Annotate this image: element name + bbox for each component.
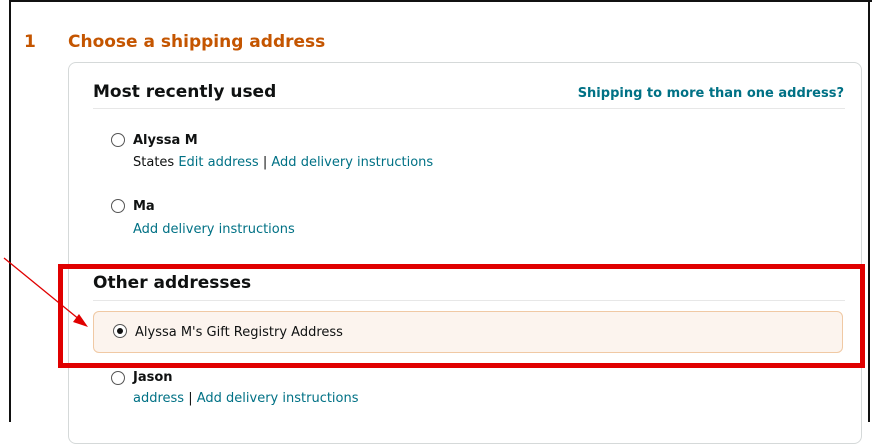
add-delivery-instructions-link[interactable]: Add delivery instructions — [271, 155, 433, 170]
address-name-jason: Jason — [133, 370, 173, 385]
screenshot-border-left — [9, 0, 11, 422]
annotation-highlight-box — [58, 264, 865, 368]
step-number: 1 — [24, 32, 36, 52]
address-radio-ma[interactable] — [111, 199, 125, 213]
address-name-ma: Ma — [133, 199, 155, 214]
address-detail-text: States — [133, 155, 175, 170]
edit-address-link[interactable]: address — [133, 391, 184, 406]
edit-address-link[interactable]: Edit address — [178, 155, 258, 170]
recent-divider — [93, 108, 845, 109]
recent-heading: Most recently used — [93, 82, 277, 102]
add-delivery-instructions-link[interactable]: Add delivery instructions — [133, 222, 295, 237]
link-separator: | — [262, 155, 268, 170]
address-detail-ma: Add delivery instructions — [133, 222, 295, 237]
screenshot-border-top — [9, 0, 872, 2]
address-detail-alyssa: States Edit address | Add delivery instr… — [133, 155, 433, 170]
address-detail-jason: address | Add delivery instructions — [133, 391, 359, 406]
address-name-alyssa: Alyssa M — [133, 133, 198, 148]
annotation-arrow-icon — [3, 257, 88, 327]
link-separator: | — [188, 391, 193, 406]
add-delivery-instructions-link[interactable]: Add delivery instructions — [197, 391, 359, 406]
ship-to-multiple-link[interactable]: Shipping to more than one address? — [578, 86, 844, 101]
step-title: Choose a shipping address — [68, 32, 326, 52]
address-panel — [68, 62, 862, 444]
address-radio-alyssa[interactable] — [111, 133, 125, 147]
address-radio-jason[interactable] — [111, 371, 125, 385]
screenshot-border-right — [868, 0, 870, 422]
